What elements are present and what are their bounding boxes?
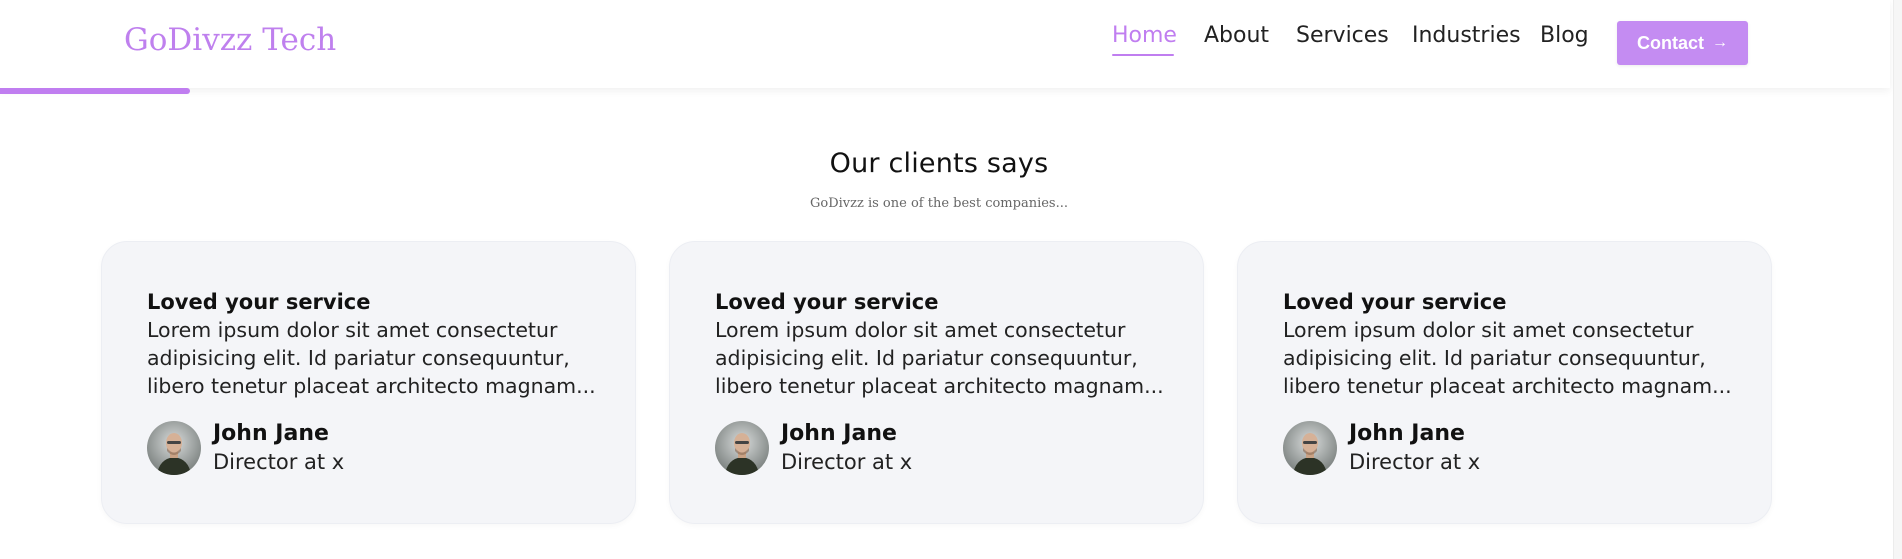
testimonial-title: Loved your service [147,290,371,314]
arrow-right-icon: → [1712,34,1728,51]
person-name: John Jane [1349,421,1465,446]
nav-home[interactable]: Home [1112,21,1177,51]
testimonial-text: Lorem ipsum dolor sit amet consectetur a… [715,318,1164,398]
contact-button-label: Contact [1637,32,1704,53]
person-name: John Jane [781,421,897,446]
testimonial-card: Loved your service Lorem ipsum dolor sit… [101,241,636,524]
site-header: GoDivzz Tech Home About Services Industr… [0,0,1890,88]
active-nav-underline [1112,54,1174,56]
logo[interactable]: GoDivzz Tech [124,22,336,58]
page-scrollbar[interactable] [1893,0,1902,559]
testimonial-title: Loved your service [715,290,939,314]
contact-button[interactable]: Contact → [1617,21,1748,65]
scroll-progress-bar [0,88,190,94]
avatar [1283,421,1337,475]
testimonial-text: Lorem ipsum dolor sit amet consectetur a… [147,318,596,398]
testimonial-title: Loved your service [1283,290,1507,314]
person-role: Director at x [213,450,345,474]
nav-blog[interactable]: Blog [1540,21,1589,51]
section-title: Our clients says [829,148,1049,179]
section-subtitle: GoDivzz is one of the best companies... [810,196,1068,211]
person-role: Director at x [1349,450,1481,474]
nav-about[interactable]: About [1204,21,1269,51]
testimonial-card: Loved your service Lorem ipsum dolor sit… [669,241,1204,524]
avatar [715,421,769,475]
avatar [147,421,201,475]
testimonial-text: Lorem ipsum dolor sit amet consectetur a… [1283,318,1732,398]
person-name: John Jane [213,421,329,446]
person-role: Director at x [781,450,913,474]
nav-services[interactable]: Services [1296,21,1389,51]
nav-industries[interactable]: Industries [1412,21,1521,51]
testimonial-card: Loved your service Lorem ipsum dolor sit… [1237,241,1772,524]
